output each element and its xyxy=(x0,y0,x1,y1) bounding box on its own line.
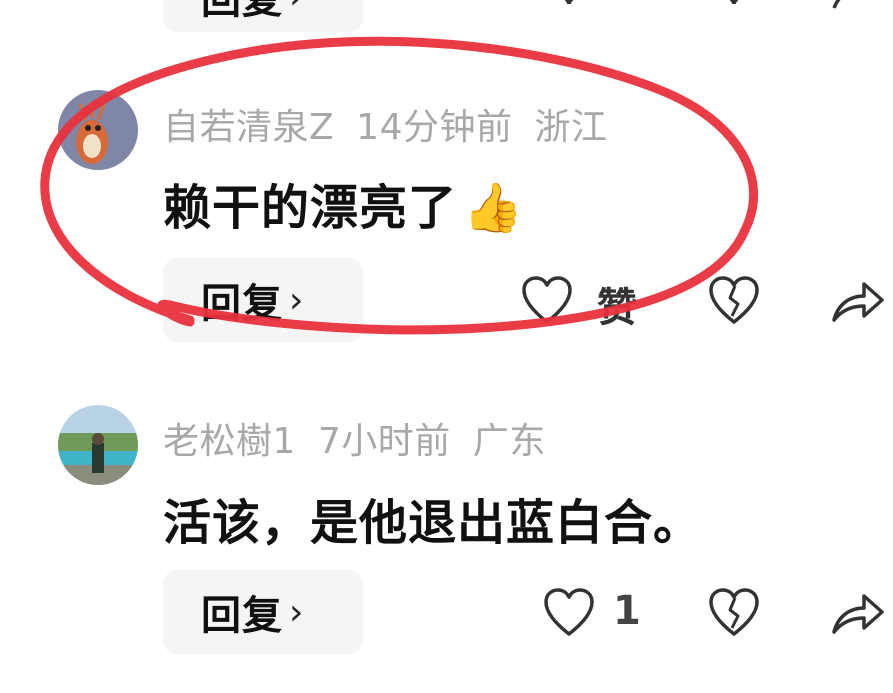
share-arrow-icon[interactable] xyxy=(830,0,886,12)
heart-outline-icon[interactable] xyxy=(521,276,573,326)
heart-outline-icon[interactable] xyxy=(543,588,595,638)
reply-button[interactable]: 回复 › xyxy=(163,570,363,654)
avatar-image xyxy=(58,90,138,170)
comment-text: 赖干的漂亮了 👍 xyxy=(163,168,524,238)
reply-button[interactable]: 回复 › xyxy=(163,258,363,342)
avatar[interactable] xyxy=(58,90,138,170)
reply-label: 回复 xyxy=(201,593,283,639)
chevron-right-icon: › xyxy=(289,0,304,17)
location: 广东 xyxy=(472,421,546,462)
comment-meta: 自若清泉Z 14分钟前 浙江 xyxy=(163,98,630,150)
share-arrow-icon[interactable] xyxy=(830,276,886,326)
broken-heart-icon[interactable] xyxy=(708,0,760,8)
reply-label: 回复 xyxy=(201,281,283,327)
thumbs-up-emoji: 👍 xyxy=(463,180,524,236)
comment-text: 活该，是他退出蓝白合。 xyxy=(163,495,703,551)
share-arrow-icon[interactable] xyxy=(830,588,886,638)
location: 浙江 xyxy=(534,107,608,148)
avatar[interactable] xyxy=(58,405,138,485)
heart-outline-icon[interactable] xyxy=(543,0,595,8)
timestamp: 7小时前 xyxy=(317,421,451,462)
reply-button[interactable]: 回复 › xyxy=(163,0,363,32)
comment-meta: 老松樹1 7小时前 广东 xyxy=(163,412,568,464)
broken-heart-icon[interactable] xyxy=(708,276,760,326)
username[interactable]: 老松樹1 xyxy=(163,421,296,462)
comment-text-content: 赖干的漂亮了 xyxy=(163,180,458,236)
reply-label: 回复 xyxy=(201,0,283,23)
broken-heart-icon[interactable] xyxy=(708,588,760,638)
username[interactable]: 自若清泉Z xyxy=(163,107,334,148)
chevron-right-icon: › xyxy=(289,591,305,633)
like-count: 1 xyxy=(613,588,641,634)
chevron-right-icon: › xyxy=(289,279,305,321)
like-label: 赞 xyxy=(597,285,637,331)
timestamp: 14分钟前 xyxy=(356,107,513,148)
avatar-image xyxy=(58,405,138,485)
